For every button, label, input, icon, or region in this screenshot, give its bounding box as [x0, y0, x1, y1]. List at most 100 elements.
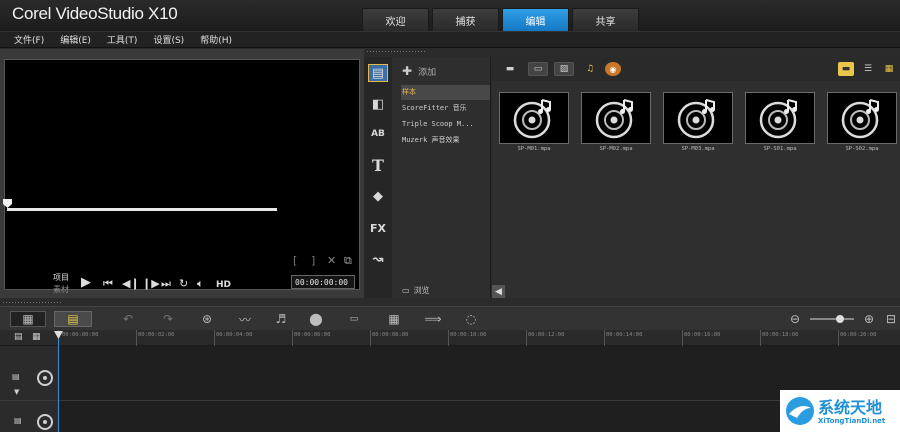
collapse-library-icon[interactable]: ◀ — [492, 285, 505, 298]
grid-view-icon[interactable]: ▦ — [881, 62, 897, 76]
clip-item[interactable]: SP-M03.mpa — [663, 92, 733, 154]
graphics-icon[interactable]: ◆ — [368, 187, 388, 205]
undo-icon[interactable]: ↶ — [120, 311, 136, 327]
play-icon[interactable]: ▶ — [81, 276, 91, 289]
online-icon[interactable]: ◉ — [605, 62, 621, 76]
audio-clip-thumbnail — [499, 92, 569, 144]
scrub-bar[interactable] — [7, 208, 277, 211]
audio-filter-icon[interactable]: ♫ — [580, 62, 600, 76]
list-view-icon[interactable]: ☰ — [860, 62, 876, 76]
volume-icon[interactable]: 🔈︎ — [197, 278, 204, 290]
panel-grip[interactable] — [2, 301, 62, 305]
title-icon[interactable]: T — [368, 156, 388, 175]
repeat-icon[interactable]: ↻ — [179, 278, 188, 290]
timeline-view-icon[interactable]: ▤ — [54, 311, 92, 327]
tab-share[interactable]: 共享 — [572, 8, 639, 31]
sound-mixer-icon[interactable]: 〰 — [236, 311, 254, 327]
menu-bar: 文件(F) 编辑(E) 工具(T) 设置(S) 帮助(H) — [0, 31, 900, 48]
add-button[interactable]: ✚ 添加 — [402, 64, 436, 78]
workspace-tabs: 欢迎 捕获 编辑 共享 — [362, 8, 639, 31]
video-track-reel-icon[interactable] — [37, 370, 53, 386]
mode-clip[interactable]: 素材 — [53, 284, 69, 295]
tick-label: 00:00:00:00 — [62, 332, 99, 338]
multi-camera-icon[interactable]: ▦ — [385, 311, 403, 327]
audio-clip-thumbnail — [663, 92, 733, 144]
image-filter-icon[interactable]: ▨ — [554, 62, 574, 76]
watermark: 系统天地 XiTongTianDi.net — [780, 390, 900, 432]
playhead[interactable] — [58, 332, 59, 432]
split-icon[interactable]: ✕ — [327, 254, 336, 267]
subtitle-editor-icon[interactable]: ▭ — [345, 311, 363, 327]
mode-project[interactable]: 项目 — [53, 272, 69, 283]
speaker-icon — [841, 99, 879, 139]
timeline-tracks[interactable] — [59, 346, 900, 432]
preview-window[interactable] — [4, 59, 360, 290]
go-end-icon[interactable]: ⏭ — [161, 278, 171, 290]
watermark-title: 系统天地 — [818, 398, 883, 417]
clip-item[interactable]: SP-S02.mpa — [827, 92, 897, 154]
overlay-track-reel-icon[interactable] — [37, 414, 53, 430]
menu-edit[interactable]: 编辑(E) — [60, 33, 91, 46]
zoom-slider[interactable] — [810, 311, 854, 327]
library-category-bar: ▤ ◧ AB T ◆ FX ↝ — [364, 57, 392, 298]
tick-label: 00:00:16:00 — [684, 332, 721, 338]
tree-item-muzerk[interactable]: Muzerk 声音效果 — [401, 133, 490, 148]
video-filter-icon[interactable]: ▭ — [528, 62, 548, 76]
browse-button[interactable]: ▭ 浏览 — [402, 285, 430, 296]
redo-icon[interactable]: ↷ — [160, 311, 176, 327]
media-icon[interactable]: ▤ — [368, 64, 388, 82]
tab-capture[interactable]: 捕获 — [432, 8, 499, 31]
zoom-thumb[interactable] — [836, 315, 844, 323]
chevron-down-icon[interactable]: ▼ — [14, 388, 19, 396]
menu-help[interactable]: 帮助(H) — [200, 33, 232, 46]
auto-music-icon[interactable]: ♬ — [272, 311, 290, 327]
menu-tools[interactable]: 工具(T) — [107, 33, 138, 46]
player-panel — [0, 49, 364, 298]
instant-project-icon[interactable]: ◧ — [368, 95, 388, 113]
timecode-field[interactable]: 00:00:00:00 — [291, 275, 355, 289]
path-icon[interactable]: ↝ — [368, 250, 388, 268]
tick-line — [136, 330, 137, 346]
hd-label[interactable]: HD — [216, 279, 231, 291]
zoom-out-icon[interactable]: ⊖ — [788, 311, 802, 327]
clip-item[interactable]: SP-S01.mpa — [745, 92, 815, 154]
tree-item-triple-scoop[interactable]: Triple Scoop M... — [401, 117, 490, 132]
chapter-point-icon[interactable]: ▦ — [32, 332, 41, 342]
tick-line — [526, 330, 527, 346]
folder-icon[interactable]: ▬ — [502, 62, 518, 76]
thumbnail-view-icon[interactable]: ▬ — [838, 62, 854, 76]
enlarge-icon[interactable]: ⧉ — [344, 254, 352, 268]
menu-file[interactable]: 文件(F) — [14, 33, 44, 46]
go-start-icon[interactable]: ⏮ — [103, 278, 113, 290]
clip-item[interactable]: SP-M02.mpa — [581, 92, 651, 154]
fx-icon[interactable]: FX — [368, 219, 388, 237]
mark-out-icon[interactable]: ] — [311, 254, 315, 267]
panel-grip[interactable] — [366, 50, 426, 54]
prev-frame-icon[interactable]: ◀❙ — [122, 278, 140, 290]
library-toolbar: ▬ ▭ ▨ ♫ ◉ ▬ ☰ ▦ — [492, 57, 900, 81]
speaker-icon — [595, 99, 633, 139]
storyboard-view-icon[interactable]: ▦ — [10, 311, 46, 327]
zoom-track — [810, 315, 854, 323]
tick-label: 00:00:04:00 — [216, 332, 253, 338]
clip-item[interactable]: SP-M01.mpa — [499, 92, 569, 154]
time-remapping-icon[interactable]: ⟹ — [424, 311, 442, 327]
tab-edit[interactable]: 编辑 — [502, 8, 569, 31]
tree-item-samples[interactable]: 样本 — [401, 85, 490, 100]
fit-project-icon[interactable]: ⊟ — [884, 311, 898, 327]
next-frame-icon[interactable]: ❙▶ — [142, 278, 160, 290]
transition-icon[interactable]: AB — [368, 125, 388, 143]
title-bar: Corel VideoStudio X10 欢迎 捕获 编辑 共享 — [0, 0, 900, 31]
zoom-in-icon[interactable]: ⊕ — [862, 311, 876, 327]
timeline-ruler[interactable]: ▤ ▦ 00:00:00:00 00:00:02:00 00:00:04:00 … — [0, 330, 900, 346]
mask-creator-icon[interactable]: ◌ — [462, 311, 480, 327]
record-capture-icon[interactable]: ⊛ — [198, 311, 216, 327]
motion-tracking-icon[interactable]: ⬤ — [306, 311, 326, 327]
clip-name: SP-M03.mpa — [681, 146, 715, 152]
watermark-logo — [786, 397, 814, 425]
tab-welcome[interactable]: 欢迎 — [362, 8, 429, 31]
mark-in-icon[interactable]: [ — [293, 254, 297, 267]
menu-settings[interactable]: 设置(S) — [153, 33, 184, 46]
tree-item-scorefitter[interactable]: ScoreFitter 音乐 — [401, 101, 490, 116]
track-manager-icon[interactable]: ▤ — [14, 332, 23, 342]
